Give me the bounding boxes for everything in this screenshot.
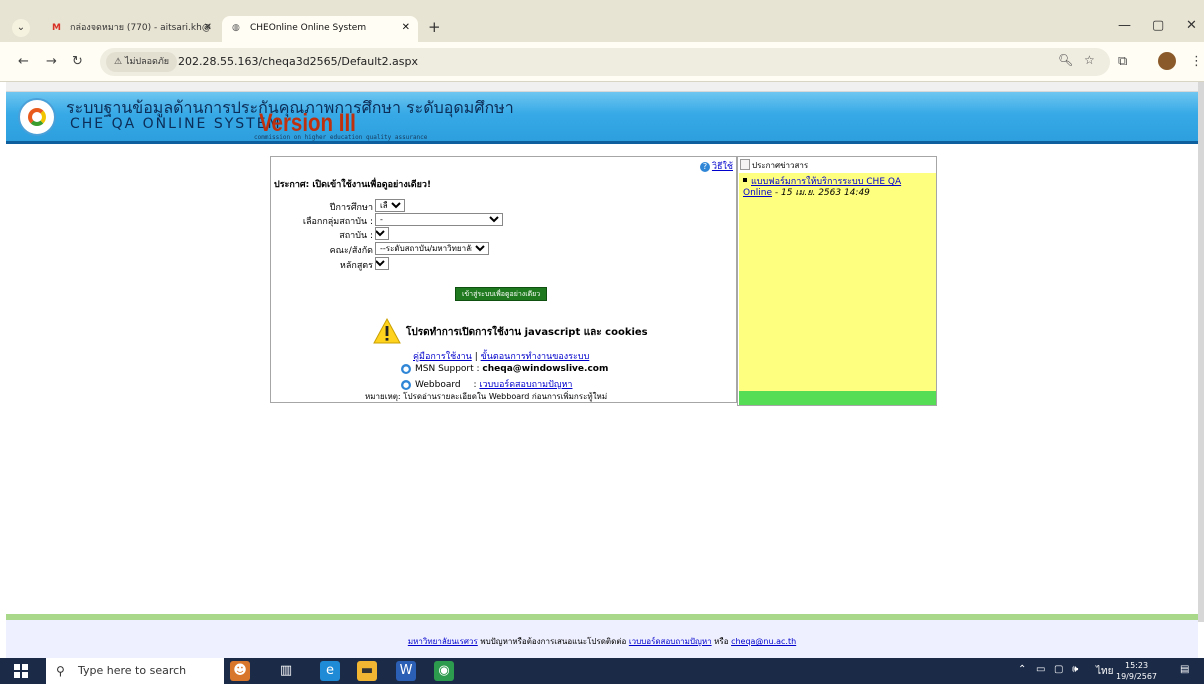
minimize-icon[interactable]: — — [1118, 18, 1131, 33]
msn-address: cheqa@windowslive.com — [482, 364, 609, 374]
field-label: คณะ/สังกัด — [329, 246, 373, 256]
notifications-icon[interactable]: ▤ — [1180, 664, 1189, 675]
javascript-cookies-warning: โปรดทำการเปิดการใช้งาน javascript และ co… — [406, 327, 648, 338]
help-icon: ? — [699, 162, 710, 172]
display-icon[interactable]: ▢ — [1054, 664, 1063, 675]
tab-cheonline[interactable]: ◍ CHEOnline Online System ✕ — [222, 16, 418, 42]
login-panel: ? วิธีใช้ ประกาศ: เปิดเข้าใช้งานเพื่อดูอย… — [270, 156, 737, 403]
new-tab-icon[interactable]: + — [428, 18, 441, 36]
field-label: เลือกกลุ่มสถาบัน : — [302, 217, 373, 227]
help-links: คู่มือการใช้งาน | ขั้นตอนการทำงานของระบบ — [413, 349, 589, 363]
warning-icon: ⚠ — [114, 57, 125, 67]
omnibox[interactable]: ⚠ ไม่ปลอดภัย 202.28.55.163/cheqa3d2565/D… — [100, 48, 1110, 76]
task-view-icon[interactable]: ▥ — [276, 661, 296, 681]
manual-link[interactable]: คู่มือการใช้งาน — [413, 352, 472, 362]
reload-icon[interactable]: ↻ — [72, 54, 83, 69]
clock[interactable]: 15:23 19/9/2567 — [1116, 660, 1157, 682]
security-chip[interactable]: ⚠ ไม่ปลอดภัย — [106, 52, 178, 72]
field-label: หลักสูตร — [339, 261, 373, 271]
word-icon[interactable]: W — [396, 661, 416, 681]
clock-time: 15:23 — [1124, 661, 1149, 670]
system-steps-link[interactable]: ขั้นตอนการทำงานของระบบ — [481, 352, 590, 362]
restore-icon[interactable]: ▢ — [1152, 18, 1164, 33]
view-only-login-button[interactable]: เข้าสู่ระบบเพื่อดูอย่างเดียว — [455, 287, 548, 301]
bookmark-star-icon[interactable]: ☆ — [1084, 53, 1095, 67]
news-footer-bar — [739, 391, 936, 405]
globe-icon: ◍ — [232, 23, 240, 33]
browser-tabstrip: ⌄ M กล่องจดหมาย (770) - aitsari.kh@ ✕ ◍ CH… — [0, 0, 1204, 42]
announcement-text: ประกาศ: เปิดเข้าใช้งานเพื่อดูอย่างเดียว! — [274, 180, 432, 190]
profile-avatar[interactable] — [1158, 52, 1176, 70]
tab-label: CHEOnline Online System — [250, 23, 367, 33]
language-indicator[interactable]: ไทย — [1096, 664, 1113, 679]
tray-up-arrow-icon[interactable]: ⌃ — [1018, 664, 1026, 675]
logo — [18, 98, 56, 136]
msn-support: ● MSN Support : cheqa@windowslive.com — [401, 364, 609, 374]
network-icon[interactable]: ▭ — [1036, 664, 1045, 675]
news-header: ประกาศข่าวสาร — [740, 159, 934, 173]
webboard-row: ● Webboard : เวบบอร์ดสอบถามปัญหา — [401, 380, 573, 390]
address-bar-row: ← → ↻ ⚠ ไม่ปลอดภัย 202.28.55.163/cheqa3d… — [0, 42, 1204, 82]
menu-kebab-icon[interactable]: ⋮ — [1190, 54, 1203, 69]
msn-icon: ● — [401, 364, 411, 374]
taskbar-search-input[interactable]: ⚲ Type here to search — [46, 658, 224, 684]
taskbar: ⚲ Type here to search ☻ ▥ e ▬ W ◉ ⌃ ▭ ▢ 🕪… — [0, 658, 1204, 684]
footer-webboard-link[interactable]: เวบบอร์ดสอบถามปัญหา — [629, 637, 712, 646]
tab-label: กล่องจดหมาย (770) - aitsari.kh@ — [70, 23, 211, 33]
volume-icon[interactable]: 🕪︎ — [1072, 664, 1078, 675]
institution-select[interactable] — [375, 227, 389, 240]
gmail-icon: M — [52, 23, 61, 33]
site-title-english: CHE QA ONLINE SYSTEM — [70, 116, 282, 132]
webboard-note: หมายเหตุ: โปรดอ่านรายละเอียดใน Webboard … — [365, 392, 608, 401]
file-explorer-icon[interactable]: ▬ — [357, 661, 377, 681]
close-tab-icon[interactable]: ✕ — [402, 16, 410, 40]
curriculum-select[interactable] — [375, 257, 389, 270]
howto-link[interactable]: วิธีใช้ — [712, 162, 733, 172]
broken-image-icon — [740, 159, 750, 170]
faculty-select[interactable]: --ระดับสถาบัน/มหาวิทยาลัย-- — [375, 242, 489, 255]
warning-triangle-icon — [373, 317, 401, 344]
edge-browser-icon[interactable]: e — [320, 661, 340, 681]
howto-link-wrap[interactable]: ? วิธีใช้ — [699, 159, 733, 173]
news-panel: ประกาศข่าวสาร แบบฟอร์มการให้บริการระบบ C… — [737, 156, 937, 406]
field-label: ปีการศึกษา — [329, 203, 373, 213]
extensions-icon[interactable]: ⧉ — [1118, 54, 1127, 69]
url-text[interactable]: 202.28.55.163/cheqa3d2565/Default2.aspx — [178, 48, 418, 76]
clock-date: 19/9/2567 — [1116, 672, 1158, 681]
page-top-strip — [6, 82, 1198, 92]
webboard-link[interactable]: เวบบอร์ดสอบถามปัญหา — [479, 380, 572, 390]
forward-icon[interactable]: → — [46, 54, 57, 69]
zoom-icon[interactable]: 🔍︎ — [1058, 53, 1073, 67]
site-subtitle: commission on higher education quality a… — [254, 134, 428, 141]
character-app-icon[interactable]: ☻ — [230, 661, 250, 681]
page-footer: มหาวิทยาลัยนเรศวร พบปัญหาหรือต้องการเสนอ… — [6, 620, 1198, 658]
tab-search-chevron-icon[interactable]: ⌄ — [12, 19, 30, 37]
university-link[interactable]: มหาวิทยาลัยนเรศวร — [408, 637, 478, 646]
academic-year-select[interactable]: เลือกปี — [375, 199, 405, 212]
news-list: แบบฟอร์มการให้บริการระบบ CHE QA Online -… — [739, 173, 936, 391]
news-item-date: - 15 เม.ย. 2563 14:49 — [774, 188, 870, 198]
window-close-icon[interactable]: ✕ — [1186, 18, 1197, 33]
bullet-icon — [743, 178, 747, 182]
close-tab-icon[interactable]: ✕ — [204, 16, 212, 40]
site-banner: ระบบฐานข้อมูลด้านการประกันคุณภาพการศึกษา… — [6, 92, 1198, 144]
search-icon: ⚲ — [56, 664, 65, 678]
webboard-icon: ● — [401, 380, 411, 390]
windows-start-icon[interactable] — [14, 664, 28, 678]
institution-group-select[interactable]: - — [375, 213, 503, 226]
chrome-icon[interactable]: ◉ — [434, 661, 454, 681]
contact-email-link[interactable]: cheqa@nu.ac.th — [731, 637, 796, 646]
page-scrollbar[interactable] — [1198, 82, 1204, 622]
field-label: สถาบัน : — [339, 231, 373, 241]
back-icon[interactable]: ← — [18, 54, 29, 69]
tab-gmail[interactable]: M กล่องจดหมาย (770) - aitsari.kh@ ✕ — [42, 16, 220, 42]
link-separator: | — [474, 352, 478, 362]
news-item: แบบฟอร์มการให้บริการระบบ CHE QA Online -… — [743, 177, 923, 199]
